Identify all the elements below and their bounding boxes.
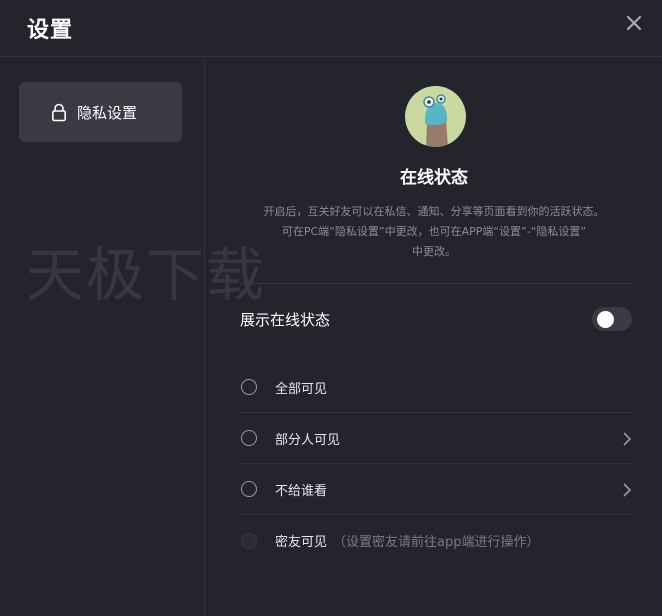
description-line: 开启后，互关好友可以在私信、通知、分享等页面看到你的活跃状态。 [263,205,605,218]
radio-button [241,532,257,549]
option-label: 部分人可见 [275,432,341,448]
option-note: （设置密友请前往app端进行操作） [333,535,540,550]
chevron-right-icon[interactable] [622,431,632,446]
option-label: 密友可见 [275,535,328,550]
option-label: 全部可见 [275,381,328,397]
avatar [405,86,466,147]
option-close-friends: 密友可见 （设置密友请前往app端进行操作） [240,515,632,566]
divider [240,283,632,284]
radio-button[interactable] [241,481,257,497]
chevron-right-icon[interactable] [622,482,632,497]
lock-icon [51,102,69,122]
radio-button[interactable] [241,379,257,395]
main-panel: 在线状态 开启后，互关好友可以在私信、通知、分享等页面看到你的活跃状态。 可在P… [206,58,662,616]
visibility-options: 全部可见 部分人可见 不给谁看 密友可见 （设置密友请前往app端进行操作） [240,362,632,566]
dialog-header: 设置 [0,0,662,57]
close-icon [626,15,642,35]
show-online-status-label: 展示在线状态 [240,310,331,329]
online-status-title: 在线状态 [400,168,468,188]
dialog-title: 设置 [27,18,74,43]
show-online-status-toggle[interactable] [592,307,632,331]
option-everyone[interactable]: 全部可见 [240,362,632,413]
description-line: 可在PC端“隐私设置”中更改，也可在APP端“设置”-“隐私设置” [281,225,587,238]
description-line: 中更改。 [412,245,456,258]
option-some-people[interactable]: 部分人可见 [240,413,632,464]
option-hide-from[interactable]: 不给谁看 [240,464,632,515]
radio-button[interactable] [241,430,257,446]
sidebar-item-label: 隐私设置 [77,103,138,122]
sidebar-item-privacy[interactable]: 隐私设置 [19,82,182,142]
close-button[interactable] [622,12,646,38]
option-label: 不给谁看 [275,483,328,499]
toggle-knob [597,311,614,328]
online-status-description: 开启后，互关好友可以在私信、通知、分享等页面看到你的活跃状态。 可在PC端“隐私… [228,202,640,262]
sidebar: 隐私设置 [0,58,205,616]
show-online-status-row: 展示在线状态 [240,306,632,332]
